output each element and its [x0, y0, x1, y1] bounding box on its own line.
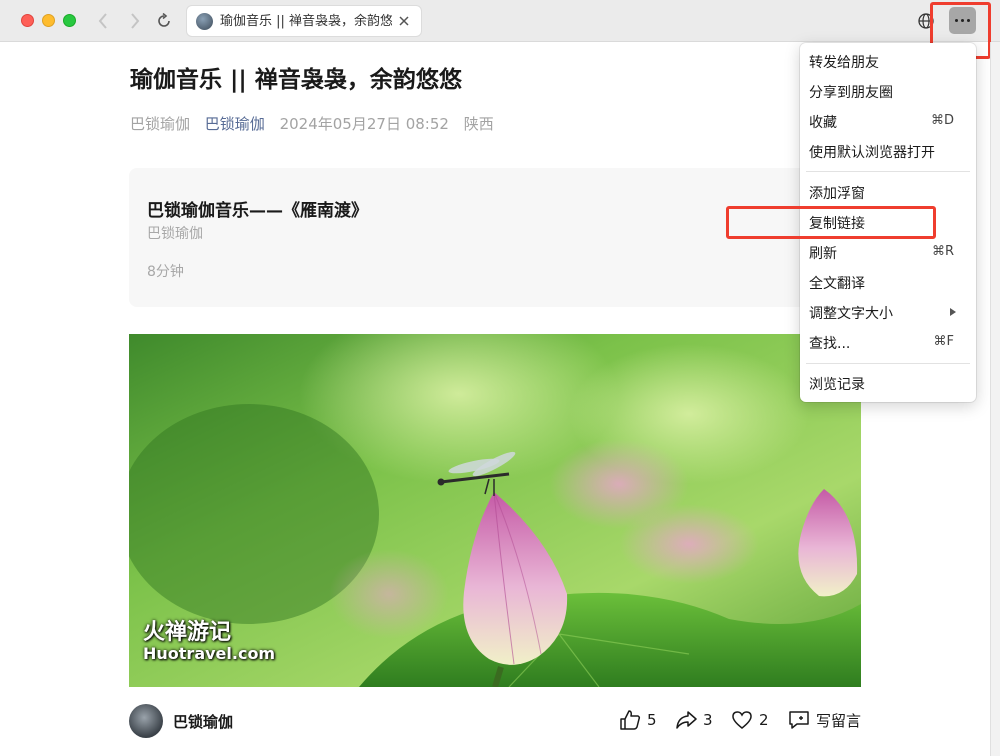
author-name: 巴锁瑜伽 [130, 115, 191, 133]
article-image: 火禅游记 Huotravel.com [129, 334, 861, 687]
forward-button[interactable] [124, 10, 146, 32]
menu-item-add-floating-window[interactable]: 添加浮窗 [800, 179, 976, 207]
close-window-button[interactable] [21, 14, 34, 27]
menu-item-refresh[interactable]: 刷新 ⌘R [800, 239, 976, 267]
audio-artist: 巴锁瑜伽 [147, 226, 203, 242]
footer-author[interactable]: 巴锁瑜伽 [173, 711, 233, 732]
menu-item-font-size[interactable]: 调整文字大小 [800, 299, 976, 327]
title-bar: 瑜伽音乐 || 禅音袅袅，余韵悠悠 [0, 0, 1000, 42]
menu-item-history[interactable]: 浏览记录 [800, 370, 976, 398]
publish-location: 陕西 [463, 115, 494, 133]
background-window-edge [990, 42, 1000, 756]
watermark-en: Huotravel.com [143, 644, 276, 663]
reload-button[interactable] [153, 10, 175, 32]
avatar[interactable] [129, 704, 163, 738]
comment-button[interactable]: 写留言 [788, 708, 861, 732]
shortcut-label: ⌘R [931, 244, 954, 259]
comment-label: 写留言 [816, 711, 862, 730]
menu-item-favorite[interactable]: 收藏 ⌘D [800, 108, 976, 136]
submenu-arrow-icon [950, 308, 956, 316]
shortcut-label: ⌘F [933, 334, 954, 349]
forward-icon [131, 13, 140, 29]
like-count: 5 [647, 711, 657, 729]
zoom-window-button[interactable] [63, 14, 76, 27]
audio-duration: 8分钟 [147, 264, 184, 280]
menu-separator [806, 171, 970, 172]
share-button[interactable]: 3 [675, 708, 713, 732]
article-title: 瑜伽音乐 || 禅音袅袅，余韵悠悠 [130, 67, 462, 93]
highlight-copy-link [726, 206, 936, 239]
menu-item-open-default-browser[interactable]: 使用默认浏览器打开 [800, 138, 976, 166]
audio-title: 巴锁瑜伽音乐——《雁南渡》 [147, 201, 368, 221]
lotus-dragonfly-photo [129, 334, 861, 687]
back-icon [98, 13, 107, 29]
shortcut-label: ⌘D [930, 113, 954, 128]
publish-datetime: 2024年05月27日 08:52 [279, 115, 449, 133]
like-icon [620, 710, 641, 730]
menu-item-forward-to-friend[interactable]: 转发给朋友 [800, 48, 976, 76]
close-icon[interactable] [395, 12, 413, 30]
reload-icon [158, 13, 170, 27]
watermark-cn: 火禅游记 [143, 620, 232, 645]
account-link[interactable]: 巴锁瑜伽 [205, 115, 265, 133]
share-icon [676, 711, 697, 729]
audio-card[interactable]: 巴锁瑜伽音乐——《雁南渡》 巴锁瑜伽 8分钟 [129, 168, 819, 307]
minimize-window-button[interactable] [42, 14, 55, 27]
like-button[interactable]: 5 [619, 708, 657, 732]
menu-item-translate[interactable]: 全文翻译 [800, 269, 976, 297]
favorite-count: 2 [759, 711, 769, 729]
article-meta: 巴锁瑜伽 巴锁瑜伽 2024年05月27日 08:52 陕西 [130, 113, 504, 135]
tab-favicon [196, 13, 213, 30]
comment-icon [789, 711, 809, 729]
favorite-button[interactable]: 2 [731, 708, 769, 732]
tab-title: 瑜伽音乐 || 禅音袅袅，余韵悠悠 [220, 14, 392, 29]
menu-item-share-moments[interactable]: 分享到朋友圈 [800, 78, 976, 106]
menu-item-find[interactable]: 查找... ⌘F [800, 329, 976, 357]
share-count: 3 [703, 711, 713, 729]
menu-separator [806, 363, 970, 364]
heart-icon [732, 711, 752, 729]
browser-tab[interactable]: 瑜伽音乐 || 禅音袅袅，余韵悠悠 [186, 5, 422, 37]
back-button[interactable] [92, 10, 114, 32]
